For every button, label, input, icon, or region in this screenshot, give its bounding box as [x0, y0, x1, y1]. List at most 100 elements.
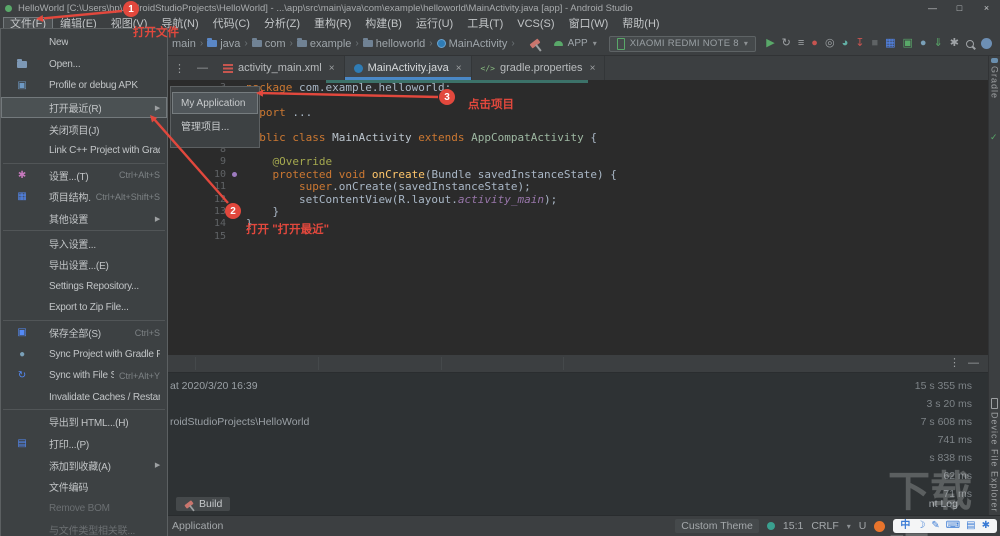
java-folder-icon: [207, 38, 218, 47]
tab-2[interactable]: </> gradle.properties ×: [472, 56, 606, 80]
breadcrumb-separator-icon: ›: [289, 38, 293, 49]
close-button[interactable]: ×: [973, 3, 1000, 13]
breadcrumb-item-1[interactable]: java: [207, 38, 240, 50]
printer-icon: ▤: [17, 437, 27, 449]
file-menu-item-20[interactable]: 文件编码: [1, 476, 167, 498]
event-log-button[interactable]: nt Log: [929, 498, 958, 510]
avd-manager-icon[interactable]: ▣: [903, 38, 913, 49]
file-menu-item-1[interactable]: Open...: [1, 54, 167, 76]
build-row-duration: s 838 ms: [929, 452, 972, 464]
profiler-gauge-icon[interactable]: ◕: [842, 38, 849, 49]
line-number: 9: [219, 156, 226, 168]
hide-panel-icon[interactable]: —: [968, 357, 979, 370]
avatar[interactable]: [981, 38, 992, 49]
apk-icon: ▣: [17, 80, 27, 92]
profile-icon[interactable]: ●: [811, 38, 818, 49]
file-menu-item-3[interactable]: 打开最近(R) ▶: [1, 96, 167, 119]
step-badge-2: 2: [225, 203, 241, 219]
ime-toolbar[interactable]: 中 ☽ ✎ ⌨ ▤ ✱: [893, 519, 997, 533]
submenu-item-1[interactable]: 管理项目...: [172, 114, 258, 136]
device-selector[interactable]: XIAOMI REDMI NOTE 8 ▾: [608, 35, 757, 52]
close-icon[interactable]: ×: [456, 63, 462, 74]
file-menu-item-8[interactable]: 其他设置 ▶: [1, 208, 167, 230]
file-menu-item-6[interactable]: ✱ 设置...(T) Ctrl+Alt+S: [1, 165, 167, 187]
keyboard-icon[interactable]: ⌨: [946, 521, 960, 531]
clipboard-icon[interactable]: ▤: [966, 521, 975, 531]
sogou-ime-icon[interactable]: [874, 520, 886, 532]
file-menu-item-14[interactable]: ● Sync Project with Gradle Files: [1, 343, 167, 365]
maximize-button[interactable]: □: [946, 3, 973, 13]
theme-indicator[interactable]: Custom Theme: [675, 519, 759, 533]
kebab-menu-icon[interactable]: ⋮: [949, 357, 960, 370]
moon-icon[interactable]: ☽: [916, 521, 925, 531]
file-menu-item-21[interactable]: Remove BOM: [1, 497, 167, 519]
close-icon[interactable]: ×: [590, 63, 596, 74]
file-menu-item-label: 项目结构...: [49, 193, 91, 205]
file-menu-item-18[interactable]: ▤ 打印...(P): [1, 433, 167, 455]
minimize-button[interactable]: —: [919, 3, 946, 13]
file-menu-item-16[interactable]: Invalidate Caches / Restart...: [1, 387, 167, 409]
menubar-item-10[interactable]: VCS(S): [510, 17, 561, 32]
pen-icon[interactable]: ✎: [931, 521, 939, 531]
close-icon[interactable]: ×: [329, 63, 335, 74]
record-icon[interactable]: ◎: [825, 38, 835, 49]
encoding[interactable]: U: [859, 520, 867, 532]
file-menu-item-19[interactable]: 添加到收藏(A) ▶: [1, 454, 167, 476]
file-menu-item-22[interactable]: 与文件类型相关联...: [1, 519, 167, 536]
menubar-item-9[interactable]: 工具(T): [460, 17, 510, 32]
menubar-item-12[interactable]: 帮助(H): [615, 17, 666, 32]
line-number: 13: [213, 205, 226, 217]
chevron-down-icon: ▾: [846, 521, 851, 531]
breadcrumb-item-3[interactable]: example: [296, 38, 351, 50]
line-separator[interactable]: CRLF: [811, 520, 838, 532]
run-tasks-icon[interactable]: ≡: [798, 38, 804, 49]
file-menu-item-15[interactable]: ↻ Sync with File System Ctrl+Alt+Y: [1, 365, 167, 387]
menubar-item-4[interactable]: 代码(C): [206, 17, 257, 32]
caret-position[interactable]: 15:1: [783, 520, 803, 532]
build-hammer-icon[interactable]: [529, 38, 541, 49]
build-tool-window-tab[interactable]: Build: [176, 497, 231, 511]
sdk-manager-icon[interactable]: ⇓: [934, 38, 943, 49]
file-menu-item-5[interactable]: Link C++ Project with Gradle: [1, 140, 167, 162]
search-icon[interactable]: [966, 39, 974, 48]
file-menu-item-12[interactable]: Export to Zip File...: [1, 297, 167, 319]
menubar-item-5[interactable]: 分析(Z): [257, 17, 307, 32]
file-menu-item-17[interactable]: 导出到 HTML...(H): [1, 411, 167, 433]
zh-input-icon[interactable]: 中: [900, 521, 910, 531]
layout-inspector-icon[interactable]: ▦: [885, 38, 895, 49]
menubar-item-8[interactable]: 运行(U): [409, 17, 460, 32]
file-menu-item-9[interactable]: 导入设置...: [1, 232, 167, 254]
file-menu-item-13[interactable]: ▣ 保存全部(S) Ctrl+S: [1, 322, 167, 344]
stop-icon[interactable]: ■: [871, 38, 878, 49]
device-file-explorer-tab[interactable]: Device File Explorer: [989, 398, 1000, 513]
ime-settings-icon[interactable]: ✱: [982, 521, 990, 531]
kebab-menu-icon[interactable]: ⋮: [168, 62, 191, 75]
run-icon[interactable]: ▶: [766, 38, 774, 49]
tab-0[interactable]: activity_main.xml ×: [214, 56, 345, 80]
submenu-item-0[interactable]: My Application: [172, 92, 258, 114]
file-menu-item-7[interactable]: ▦ 项目结构... Ctrl+Alt+Shift+S: [1, 186, 167, 208]
gradle-tool-window-tab[interactable]: Gradle: [989, 58, 1000, 99]
override-marker-icon[interactable]: [232, 172, 237, 177]
menubar-item-11[interactable]: 窗口(W): [562, 17, 616, 32]
file-menu-item-11[interactable]: Settings Repository...: [1, 276, 167, 298]
apply-changes-icon[interactable]: ↻: [782, 38, 791, 49]
hide-tabs-icon[interactable]: —: [191, 62, 214, 74]
menubar-item-6[interactable]: 重构(R): [307, 17, 358, 32]
breadcrumb-separator-icon: ›: [355, 38, 359, 49]
build-panel-header: ⋮ —: [168, 355, 988, 373]
gradle-sync-icon[interactable]: ●: [920, 38, 927, 49]
file-menu-item-4[interactable]: 关闭项目(J): [1, 118, 167, 140]
breadcrumb-item-2[interactable]: com: [251, 38, 286, 50]
settings-icon[interactable]: ✱: [950, 38, 959, 49]
file-menu-item-10[interactable]: 导出设置...(E): [1, 254, 167, 276]
run-config-selector[interactable]: APP ▾: [553, 38, 597, 49]
attach-debugger-icon[interactable]: ↧: [855, 38, 864, 49]
submenu-arrow-icon: ▶: [154, 104, 160, 112]
menubar-item-7[interactable]: 构建(B): [358, 17, 409, 32]
breadcrumb-item-5[interactable]: MainActivity: [436, 38, 507, 50]
tab-1[interactable]: MainActivity.java ×: [344, 56, 472, 80]
code-editor[interactable]: 3package com.example.helloworld;45import…: [168, 80, 988, 355]
breadcrumb-item-4[interactable]: helloworld: [362, 38, 425, 50]
file-menu-item-2[interactable]: ▣ Profile or debug APK: [1, 75, 167, 97]
